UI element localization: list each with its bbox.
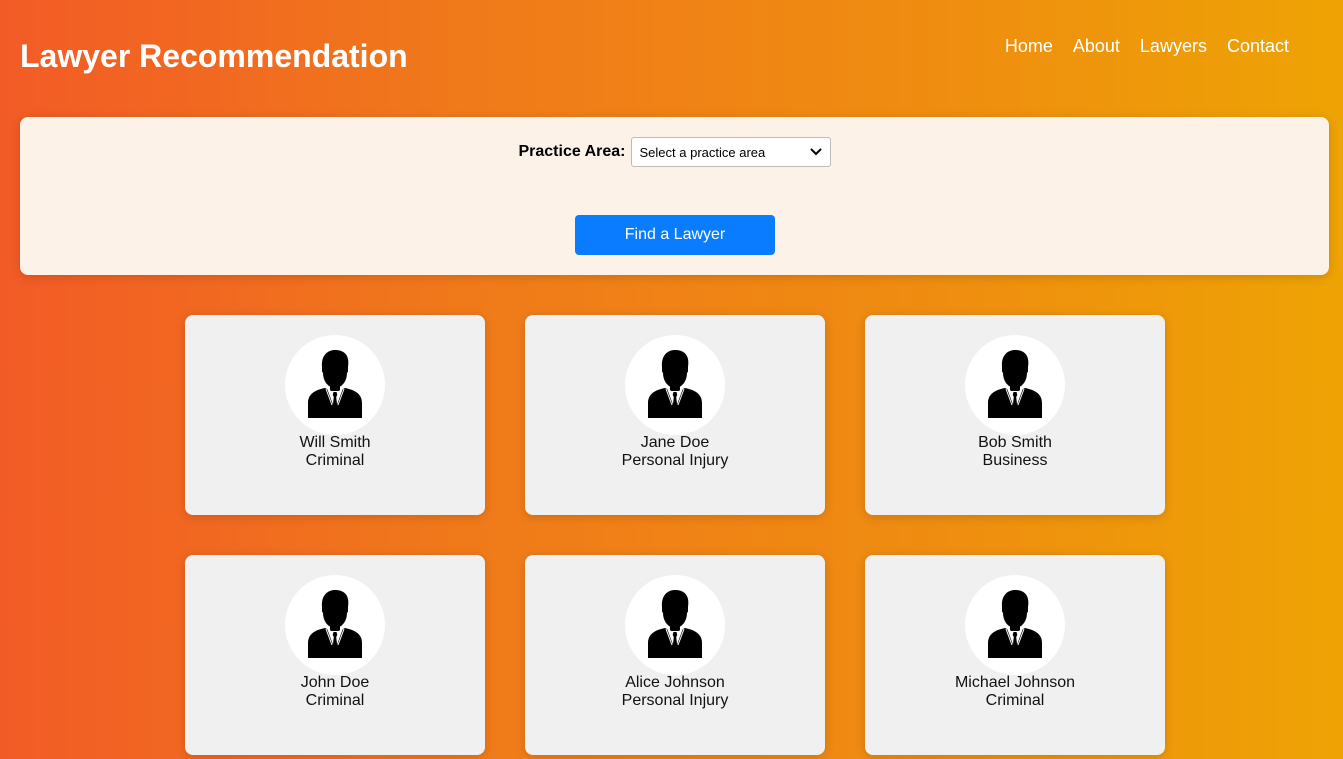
site-title: Lawyer Recommendation: [20, 38, 408, 74]
businessman-avatar-icon: [625, 335, 725, 435]
lawyer-practice-area: Criminal: [985, 692, 1045, 709]
lawyer-name: Michael Johnson: [954, 674, 1076, 691]
lawyer-practice-area: Criminal: [305, 452, 365, 469]
lawyer-practice-area: Criminal: [305, 692, 365, 709]
lawyer-practice-area: Personal Injury: [621, 452, 729, 469]
lawyer-name: John Doe: [300, 674, 370, 691]
businessman-avatar-icon: [965, 335, 1065, 435]
practice-area-selected-value: Select a practice area: [639, 144, 766, 160]
lawyer-card[interactable]: Bob Smith Business: [865, 315, 1165, 515]
businessman-avatar-icon: [285, 335, 385, 435]
nav-lawyers-link[interactable]: Lawyers: [1140, 35, 1207, 57]
lawyer-card[interactable]: Alice Johnson Personal Injury: [525, 555, 825, 755]
businessman-avatar-icon: [625, 575, 725, 675]
search-panel: Practice Area: Select a practice area Fi…: [20, 117, 1329, 275]
lawyer-name: Will Smith: [299, 434, 371, 451]
nav-about-link[interactable]: About: [1073, 35, 1120, 57]
lawyer-practice-area: Business: [982, 452, 1048, 469]
businessman-avatar-icon: [285, 575, 385, 675]
practice-area-label: Practice Area:: [518, 143, 626, 160]
nav-home-link[interactable]: Home: [1005, 35, 1053, 57]
lawyer-practice-area: Personal Injury: [621, 692, 729, 709]
businessman-avatar-icon: [965, 575, 1065, 675]
main-nav: Home About Lawyers Contact: [1005, 35, 1289, 57]
practice-area-select[interactable]: Select a practice area: [630, 137, 831, 167]
lawyer-name: Bob Smith: [978, 434, 1052, 451]
lawyer-card[interactable]: Will Smith Criminal: [185, 315, 485, 515]
lawyer-card[interactable]: John Doe Criminal: [185, 555, 485, 755]
chevron-down-icon: [809, 146, 822, 158]
practice-area-row: Practice Area: Select a practice area: [20, 137, 1329, 167]
lawyer-card[interactable]: Jane Doe Personal Injury: [525, 315, 825, 515]
lawyer-card[interactable]: Michael Johnson Criminal: [865, 555, 1165, 755]
lawyer-name: Jane Doe: [640, 434, 710, 451]
find-lawyer-button[interactable]: Find a Lawyer: [575, 215, 775, 255]
nav-contact-link[interactable]: Contact: [1227, 35, 1289, 57]
lawyer-name: Alice Johnson: [625, 674, 725, 691]
